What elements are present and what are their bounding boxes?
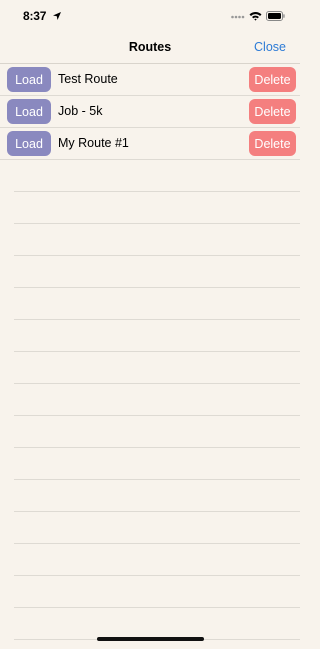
route-row: Load Test Route Delete: [0, 64, 300, 96]
location-arrow-icon: [53, 12, 61, 20]
empty-row: [14, 352, 300, 384]
screen: 8:37 Routes Close Load Test Route Delete…: [0, 0, 300, 649]
load-button[interactable]: Load: [7, 131, 51, 156]
home-indicator[interactable]: [97, 637, 204, 641]
empty-row: [14, 192, 300, 224]
empty-row: [14, 544, 300, 576]
wifi-icon: [249, 12, 262, 21]
navigation-bar: Routes Close: [0, 34, 300, 64]
empty-row: [14, 448, 300, 480]
empty-row: [14, 576, 300, 608]
route-name: Job - 5k: [58, 104, 103, 118]
empty-row: [14, 160, 300, 192]
empty-row: [14, 512, 300, 544]
routes-list: Load Test Route Delete Load Job - 5k Del…: [0, 64, 300, 640]
status-time: 8:37: [23, 9, 47, 23]
battery-icon: [266, 11, 285, 21]
load-button[interactable]: Load: [7, 99, 51, 124]
status-bar: 8:37: [0, 0, 300, 34]
empty-row: [14, 224, 300, 256]
route-name: Test Route: [58, 72, 118, 86]
empty-row: [14, 416, 300, 448]
close-button[interactable]: Close: [254, 40, 286, 54]
empty-row: [14, 288, 300, 320]
delete-button[interactable]: Delete: [249, 131, 296, 156]
empty-row: [14, 480, 300, 512]
route-name: My Route #1: [58, 136, 129, 150]
empty-row: [14, 256, 300, 288]
delete-button[interactable]: Delete: [249, 99, 296, 124]
empty-row: [14, 608, 300, 640]
empty-row: [14, 384, 300, 416]
route-row: Load Job - 5k Delete: [0, 96, 300, 128]
route-row: Load My Route #1 Delete: [0, 128, 300, 160]
load-button[interactable]: Load: [7, 67, 51, 92]
delete-button[interactable]: Delete: [249, 67, 296, 92]
empty-row: [14, 320, 300, 352]
signal-icon: [231, 15, 245, 19]
